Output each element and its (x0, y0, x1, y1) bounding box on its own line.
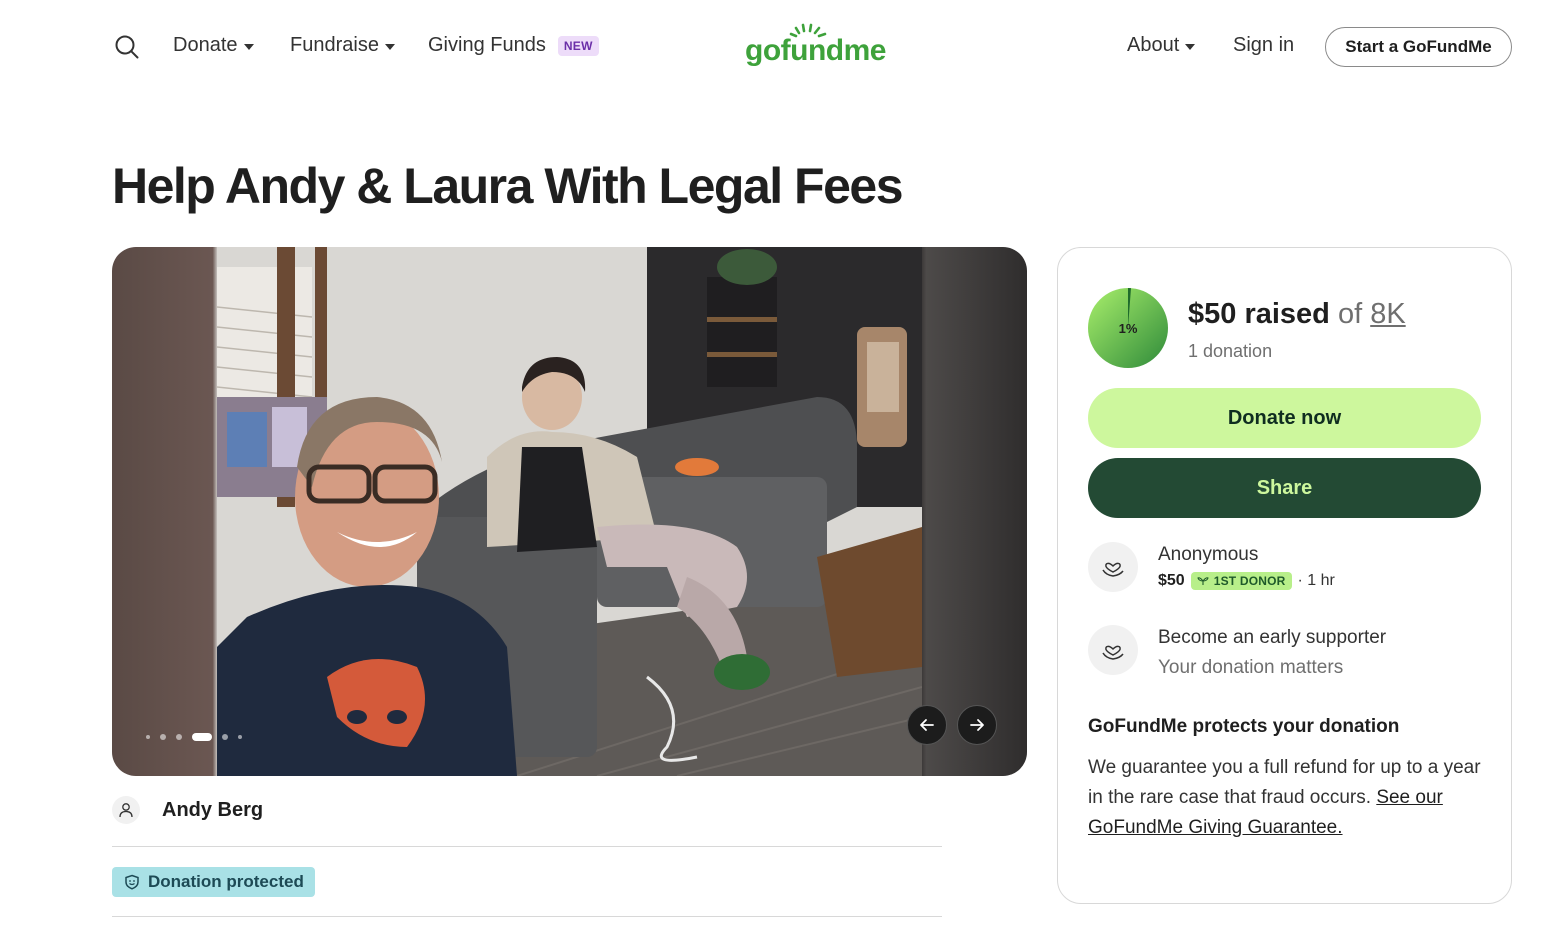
first-donor-label: 1ST DONOR (1213, 574, 1286, 588)
caret-down-icon (1185, 43, 1196, 50)
caret-down-icon (384, 43, 395, 50)
carousel-prev-button[interactable] (907, 705, 947, 745)
donor-amount: $50 (1158, 572, 1185, 589)
organizer-name: Andy Berg (162, 798, 264, 821)
donor-name: Anonymous (1158, 544, 1259, 565)
divider (112, 846, 942, 847)
nav-about-label: About (1127, 34, 1180, 56)
donate-now-button[interactable]: Donate now (1088, 388, 1481, 448)
sprout-icon (1197, 577, 1209, 585)
gofundme-logo[interactable]: gofundme (745, 22, 886, 70)
protection-title: GoFundMe protects your donation (1088, 716, 1400, 737)
donation-count: 1 donation (1188, 341, 1273, 361)
recent-donation: Anonymous $50 1ST DONOR · 1 hr (1088, 542, 1335, 592)
nav-about[interactable]: About (1127, 34, 1196, 57)
first-donor-badge: 1ST DONOR (1190, 572, 1292, 590)
nav-giving-funds-label: Giving Funds (428, 34, 546, 56)
early-supporter-title: Become an early supporter (1158, 627, 1387, 648)
heart-hand-icon (1088, 542, 1138, 592)
sign-in-label: Sign in (1233, 34, 1295, 56)
protection-text: We guarantee you a full refund for up to… (1088, 753, 1488, 843)
raised-of: of (1337, 298, 1363, 330)
nav-donate[interactable]: Donate (173, 34, 254, 57)
logo-wordmark: gofundme (745, 34, 886, 67)
raised-summary: $50 raised of 8K (1188, 298, 1406, 331)
goal-amount[interactable]: 8K (1370, 298, 1405, 330)
shield-icon (125, 874, 139, 890)
nav-giving-funds[interactable]: Giving Funds NEW (428, 34, 599, 57)
donation-time: · 1 hr (1297, 572, 1335, 589)
carousel-dot[interactable] (146, 735, 150, 739)
early-supporter-subtitle: Your donation matters (1158, 657, 1344, 678)
share-button[interactable]: Share (1088, 458, 1481, 518)
arrow-right-icon (970, 719, 984, 731)
user-icon (112, 796, 140, 824)
donation-card: 1% $50 raised of 8K 1 donation Donate no… (1057, 247, 1512, 904)
carousel-dot[interactable] (238, 735, 242, 739)
heart-hand-icon (1088, 625, 1138, 675)
start-gofundme-button[interactable]: Start a GoFundMe (1325, 27, 1512, 67)
divider (112, 916, 942, 917)
new-badge: NEW (557, 35, 599, 56)
carousel-dots (146, 733, 242, 741)
carousel-next-button[interactable] (957, 705, 997, 745)
raised-amount: $50 raised (1188, 298, 1330, 330)
early-supporter: Become an early supporter Your donation … (1088, 625, 1386, 679)
organizer[interactable]: Andy Berg (112, 796, 263, 824)
carousel-dot-active[interactable] (192, 733, 212, 741)
search-icon[interactable] (114, 34, 140, 60)
site-header: Donate Fundraise Giving Funds NEW gofund… (0, 0, 1546, 94)
page-title: Help Andy & Laura With Legal Fees (112, 158, 904, 214)
sign-in-link[interactable]: Sign in (1233, 34, 1294, 57)
nav-donate-label: Donate (173, 34, 238, 56)
campaign-image-carousel[interactable] (112, 247, 1027, 776)
nav-fundraise-label: Fundraise (290, 34, 379, 56)
arrow-left-icon (920, 719, 934, 731)
campaign-photo (217, 247, 922, 776)
carousel-dot[interactable] (160, 734, 166, 740)
caret-down-icon (243, 43, 254, 50)
carousel-dot[interactable] (176, 734, 182, 740)
donation-protected-badge[interactable]: Donation protected (112, 867, 315, 897)
donation-protected-label: Donation protected (148, 872, 304, 891)
nav-fundraise[interactable]: Fundraise (290, 34, 395, 57)
carousel-dot[interactable] (222, 734, 228, 740)
progress-percent: 1% (1118, 320, 1138, 336)
